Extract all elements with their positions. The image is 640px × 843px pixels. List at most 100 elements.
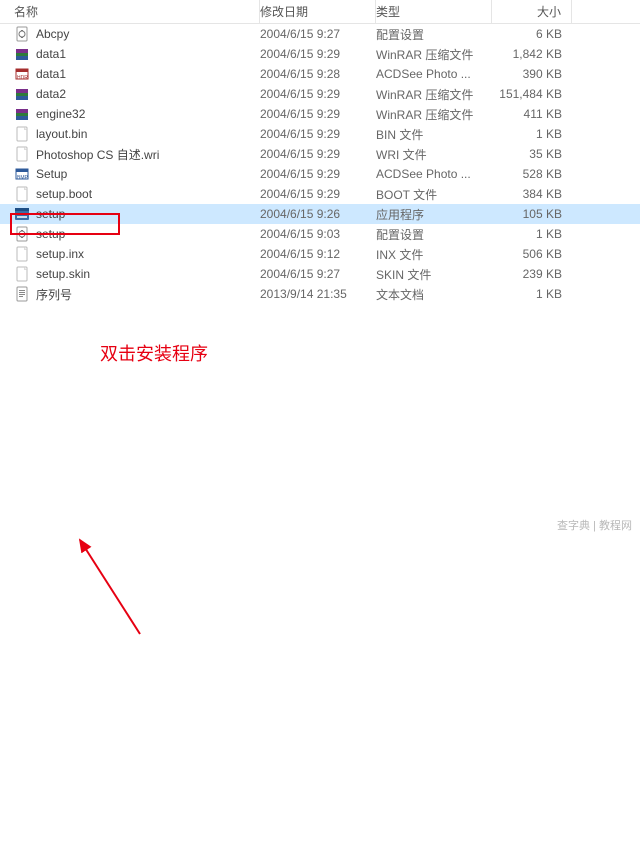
file-name-cell: setup.skin bbox=[0, 266, 260, 282]
file-date: 2004/6/15 9:29 bbox=[260, 47, 376, 61]
file-name-cell: HDR data1 bbox=[0, 66, 260, 82]
gen-icon bbox=[14, 266, 30, 282]
file-name-cell: setup bbox=[0, 206, 260, 222]
file-row[interactable]: 序列号2013/9/14 21:35文本文档1 KB bbox=[0, 284, 640, 304]
file-date: 2004/6/15 9:28 bbox=[260, 67, 376, 81]
file-row[interactable]: engine322004/6/15 9:29WinRAR 压缩文件411 KB bbox=[0, 104, 640, 124]
file-date: 2004/6/15 9:03 bbox=[260, 227, 376, 241]
file-name: Abcpy bbox=[36, 27, 69, 41]
file-row[interactable]: setup.inx 2004/6/15 9:12INX 文件506 KB bbox=[0, 244, 640, 264]
file-date: 2004/6/15 9:29 bbox=[260, 107, 376, 121]
annotation-text: 双击安装程序 bbox=[100, 340, 208, 366]
file-row[interactable]: data2 2004/6/15 9:29WinRAR 压缩文件151,484 KB bbox=[0, 84, 640, 104]
file-date: 2004/6/15 9:29 bbox=[260, 127, 376, 141]
gen-icon bbox=[14, 246, 30, 262]
file-name: Setup bbox=[36, 167, 67, 181]
txt-icon bbox=[14, 286, 30, 302]
file-size: 528 KB bbox=[492, 167, 572, 181]
file-type: SKIN 文件 bbox=[376, 266, 492, 283]
file-date: 2004/6/15 9:27 bbox=[260, 267, 376, 281]
file-type: WinRAR 压缩文件 bbox=[376, 106, 492, 123]
cfg-icon bbox=[14, 26, 30, 42]
file-date: 2004/6/15 9:12 bbox=[260, 247, 376, 261]
file-size: 1 KB bbox=[492, 287, 572, 301]
file-size: 151,484 KB bbox=[492, 87, 572, 101]
gen-icon bbox=[14, 126, 30, 142]
file-name: engine32 bbox=[36, 107, 85, 121]
file-size: 1 KB bbox=[492, 127, 572, 141]
file-list: Abcpy 2004/6/15 9:27 配置设置 6 KB data1 2004/6/1… bbox=[0, 24, 640, 304]
hdr-icon: HDR bbox=[14, 66, 30, 82]
file-date: 2004/6/15 9:29 bbox=[260, 87, 376, 101]
file-name-cell: engine32 bbox=[0, 106, 260, 122]
file-row[interactable]: Photoshop CS 自述.wri2004/6/15 9:29WRI 文件3… bbox=[0, 144, 640, 164]
column-header-date[interactable]: 修改日期 bbox=[260, 0, 376, 23]
file-row[interactable]: data1 2004/6/15 9:29WinRAR 压缩文件1,842 KB bbox=[0, 44, 640, 64]
file-row[interactable]: setup 2004/6/15 9:26应用程序105 KB bbox=[0, 204, 640, 224]
file-type: BIN 文件 bbox=[376, 126, 492, 143]
annotation-arrow bbox=[0, 304, 640, 843]
file-type: 文本文档 bbox=[376, 286, 492, 303]
file-name: setup.skin bbox=[36, 267, 90, 281]
file-row[interactable]: setup.skin 2004/6/15 9:27SKIN 文件239 KB bbox=[0, 264, 640, 284]
file-row[interactable]: setup.boot2004/6/15 9:29BOOT 文件384 KB bbox=[0, 184, 640, 204]
file-name-cell: BMP Setup bbox=[0, 166, 260, 182]
column-header-type[interactable]: 类型 bbox=[376, 0, 492, 23]
file-name-cell: layout.bin bbox=[0, 126, 260, 142]
file-name-cell: Abcpy bbox=[0, 26, 260, 42]
column-header-name[interactable]: 名称 bbox=[0, 0, 260, 23]
file-name: data2 bbox=[36, 87, 66, 101]
file-size: 390 KB bbox=[492, 67, 572, 81]
file-type: WinRAR 压缩文件 bbox=[376, 46, 492, 63]
file-date: 2004/6/15 9:29 bbox=[260, 187, 376, 201]
file-name: setup.inx bbox=[36, 247, 84, 261]
file-size: 6 KB bbox=[492, 27, 572, 41]
file-type: 应用程序 bbox=[376, 206, 492, 223]
file-name: setup.boot bbox=[36, 187, 92, 201]
file-name-cell: setup bbox=[0, 226, 260, 242]
file-date: 2004/6/15 9:29 bbox=[260, 167, 376, 181]
file-name-cell: setup.inx bbox=[0, 246, 260, 262]
file-row[interactable]: layout.bin 2004/6/15 9:29BIN 文件1 KB bbox=[0, 124, 640, 144]
file-row[interactable]: BMP Setup 2004/6/15 9:29ACDSee Photo ...52… bbox=[0, 164, 640, 184]
file-size: 239 KB bbox=[492, 267, 572, 281]
file-date: 2004/6/15 9:27 bbox=[260, 27, 376, 41]
cfg-icon bbox=[14, 226, 30, 242]
file-size: 506 KB bbox=[492, 247, 572, 261]
gen-icon bbox=[14, 186, 30, 202]
file-date: 2004/6/15 9:26 bbox=[260, 207, 376, 221]
file-name: data1 bbox=[36, 47, 66, 61]
file-size: 105 KB bbox=[492, 207, 572, 221]
bmp-icon: BMP bbox=[14, 166, 30, 182]
file-row[interactable]: setup 2004/6/15 9:03配置设置1 KB bbox=[0, 224, 640, 244]
file-name-cell: data1 bbox=[0, 46, 260, 62]
file-size: 1,842 KB bbox=[492, 47, 572, 61]
svg-text:HDR: HDR bbox=[17, 75, 28, 81]
rar-icon bbox=[14, 86, 30, 102]
watermark: 查字典 | 教程网 bbox=[557, 517, 632, 533]
rar-icon bbox=[14, 106, 30, 122]
file-row[interactable]: Abcpy2004/6/15 9:27配置设置6 KB bbox=[0, 24, 640, 44]
file-name: setup bbox=[36, 207, 65, 221]
file-type: ACDSee Photo ... bbox=[376, 67, 492, 81]
file-size: 384 KB bbox=[492, 187, 572, 201]
file-name: Photoshop CS 自述.wri bbox=[36, 146, 159, 163]
file-date: 2004/6/15 9:29 bbox=[260, 147, 376, 161]
column-header-size[interactable]: 大小 bbox=[492, 0, 572, 23]
file-type: INX 文件 bbox=[376, 246, 492, 263]
file-size: 1 KB bbox=[492, 227, 572, 241]
file-date: 2013/9/14 21:35 bbox=[260, 287, 376, 301]
file-name-cell: data2 bbox=[0, 86, 260, 102]
file-name-cell: Photoshop CS 自述.wri bbox=[0, 146, 260, 163]
file-name: data1 bbox=[36, 67, 66, 81]
rar-icon bbox=[14, 46, 30, 62]
file-type: 配置设置 bbox=[376, 226, 492, 243]
file-type: WinRAR 压缩文件 bbox=[376, 86, 492, 103]
column-header-row: 名称 修改日期 类型 大小 bbox=[0, 0, 640, 24]
file-size: 35 KB bbox=[492, 147, 572, 161]
file-name: layout.bin bbox=[36, 127, 87, 141]
file-type: ACDSee Photo ... bbox=[376, 167, 492, 181]
svg-text:BMP: BMP bbox=[17, 175, 29, 181]
file-row[interactable]: HDR data1 2004/6/15 9:28ACDSee Photo ...39… bbox=[0, 64, 640, 84]
file-name: setup bbox=[36, 227, 65, 241]
